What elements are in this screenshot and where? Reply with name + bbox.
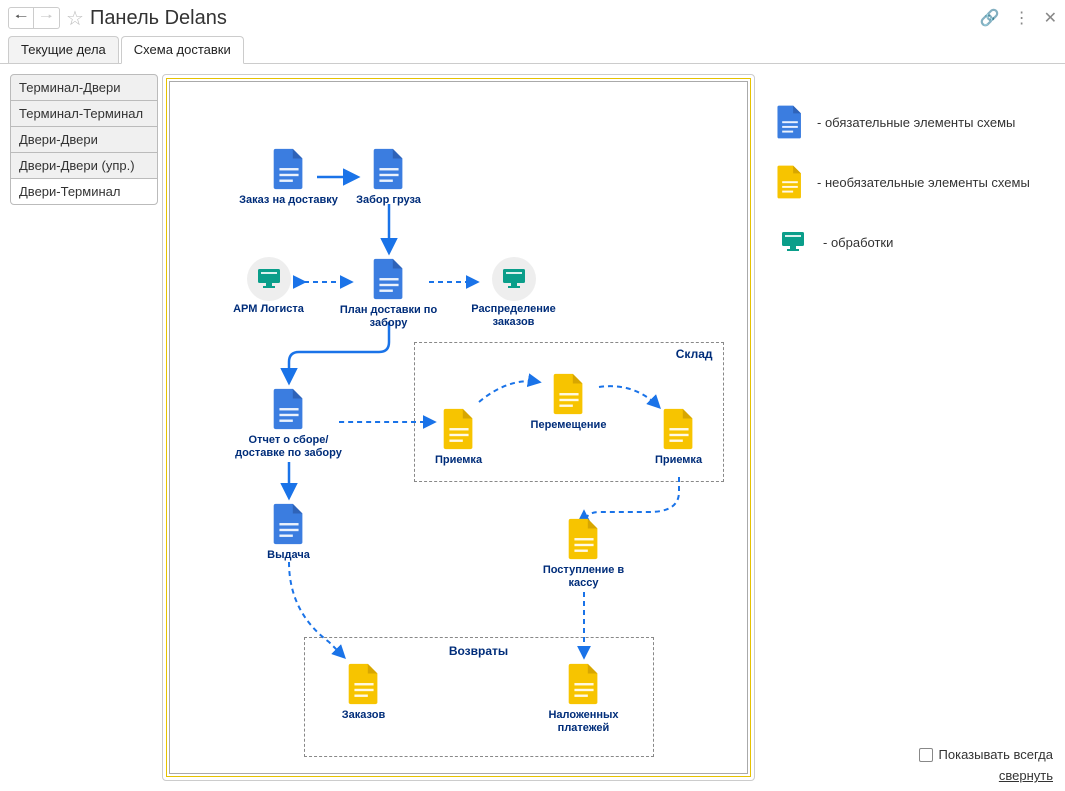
document-icon bbox=[271, 387, 307, 431]
document-icon bbox=[346, 662, 382, 706]
node-delivery-plan[interactable]: План доставки по забору bbox=[334, 257, 444, 329]
document-icon bbox=[661, 407, 697, 451]
tab-delivery-scheme[interactable]: Схема доставки bbox=[121, 36, 244, 64]
sidebar-item-terminal-terminal[interactable]: Терминал-Терминал bbox=[10, 100, 158, 127]
link-icon[interactable]: 🔗 bbox=[980, 8, 1000, 28]
node-transfer[interactable]: Перемещение bbox=[514, 372, 624, 432]
window-title: Панель Delans bbox=[90, 7, 980, 30]
document-icon bbox=[551, 372, 587, 416]
legend-optional: - необязательные элементы схемы bbox=[775, 164, 1045, 200]
node-return-orders[interactable]: Заказов bbox=[309, 662, 419, 722]
scheme-sidebar: Терминал-Двери Терминал-Терминал Двери-Д… bbox=[10, 74, 158, 781]
processing-icon bbox=[775, 224, 811, 260]
group-returns-title: Возвраты bbox=[305, 644, 653, 658]
favorite-icon[interactable]: ☆ bbox=[66, 6, 84, 31]
sidebar-item-doors-terminal[interactable]: Двери-Терминал bbox=[10, 178, 158, 205]
sidebar-item-doors-doors-mgmt[interactable]: Двери-Двери (упр.) bbox=[10, 152, 158, 179]
forward-button[interactable]: 🠒 bbox=[34, 7, 60, 29]
processing-icon bbox=[492, 257, 536, 301]
node-cash-receipt[interactable]: Поступление в кассу bbox=[529, 517, 639, 589]
document-icon bbox=[441, 407, 477, 451]
node-return-payments[interactable]: Наложенных платежей bbox=[529, 662, 639, 734]
show-always-checkbox[interactable]: Показывать всегда bbox=[919, 747, 1053, 762]
node-issuance[interactable]: Выдача bbox=[234, 502, 344, 562]
document-icon bbox=[566, 662, 602, 706]
legend-panel: - обязательные элементы схемы - необязат… bbox=[755, 74, 1055, 781]
document-icon bbox=[271, 502, 307, 546]
document-icon bbox=[775, 164, 805, 200]
processing-icon bbox=[247, 257, 291, 301]
more-icon[interactable]: ⋮ bbox=[1014, 8, 1030, 28]
sidebar-item-terminal-doors[interactable]: Терминал-Двери bbox=[10, 74, 158, 101]
legend-processing: - обработки bbox=[775, 224, 1045, 260]
document-icon bbox=[271, 147, 307, 191]
tab-current-affairs[interactable]: Текущие дела bbox=[8, 36, 119, 63]
node-acceptance-1[interactable]: Приемка bbox=[404, 407, 514, 467]
diagram-canvas: Склад Возвраты bbox=[162, 74, 755, 781]
checkbox-icon bbox=[919, 748, 933, 762]
node-arm-logist[interactable]: АРМ Логиста bbox=[214, 257, 324, 316]
collapse-link[interactable]: свернуть bbox=[999, 768, 1053, 783]
document-icon bbox=[566, 517, 602, 561]
close-icon[interactable]: ✕ bbox=[1044, 8, 1057, 28]
back-button[interactable]: 🠐 bbox=[8, 7, 34, 29]
node-pickup-report[interactable]: Отчет о сборе/доставке по забору bbox=[234, 387, 344, 459]
node-acceptance-2[interactable]: Приемка bbox=[624, 407, 734, 467]
document-icon bbox=[371, 257, 407, 301]
node-order-distribution[interactable]: Распределение заказов bbox=[459, 257, 569, 328]
legend-mandatory: - обязательные элементы схемы bbox=[775, 104, 1045, 140]
document-icon bbox=[775, 104, 805, 140]
node-cargo-pickup[interactable]: Забор груза bbox=[334, 147, 444, 207]
node-delivery-order[interactable]: Заказ на доставку bbox=[234, 147, 344, 207]
document-icon bbox=[371, 147, 407, 191]
sidebar-item-doors-doors[interactable]: Двери-Двери bbox=[10, 126, 158, 153]
group-warehouse-title: Склад bbox=[676, 347, 713, 361]
